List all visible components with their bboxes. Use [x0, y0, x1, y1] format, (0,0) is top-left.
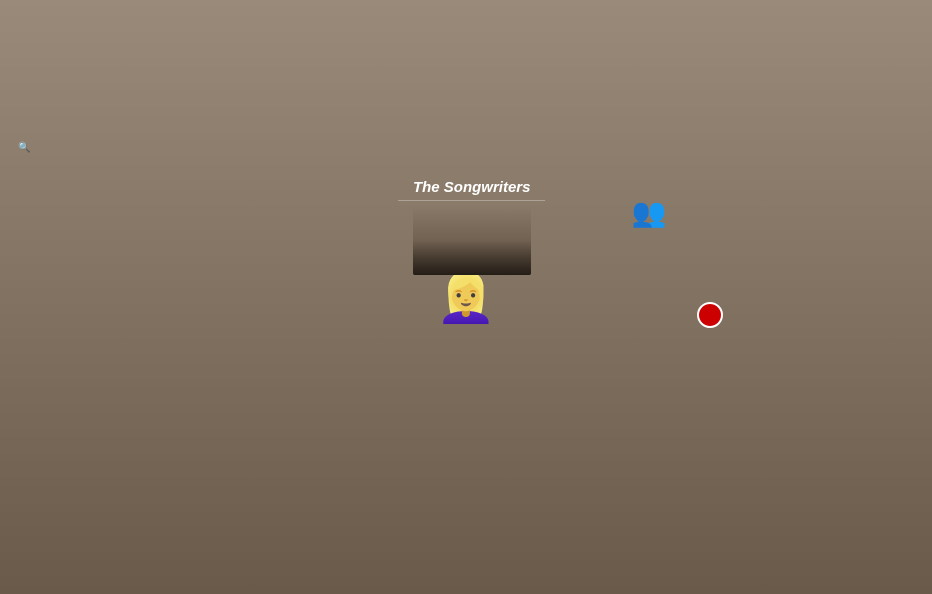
recently-played-section: Recently Played 🌿 Deeper Well 🏙️ F [212, 360, 908, 513]
main-content: Home Made for You Featuring Kacey Musgra… [188, 86, 932, 594]
songwriters-image: The Songwriters [390, 176, 553, 281]
recently-played-cards: 🌿 Deeper Well 🏙️ Fearless Movement [212, 393, 908, 513]
app-layout: Music 🏠 Home ⊞ New 📻 Radio Library 🕐 Rec… [0, 86, 932, 594]
